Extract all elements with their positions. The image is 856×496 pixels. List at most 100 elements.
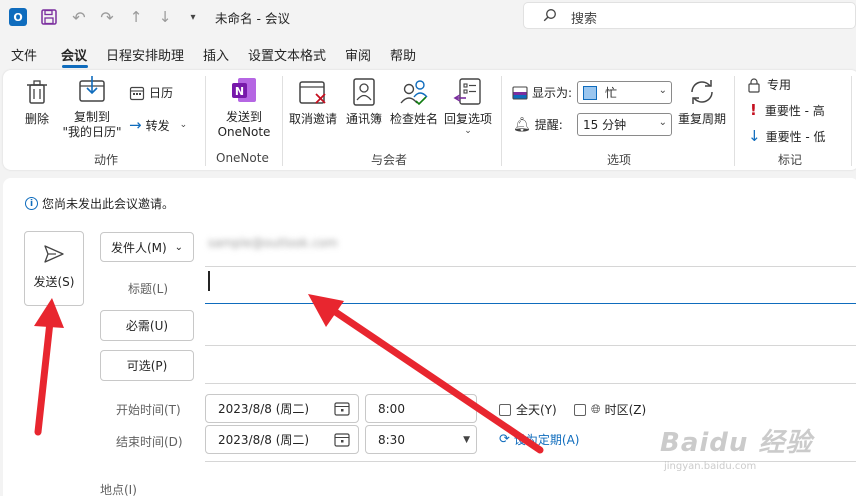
- tab-meeting[interactable]: 会议: [61, 45, 87, 64]
- send-button[interactable]: 发送(S): [24, 231, 84, 306]
- group-label-tags: 标记: [778, 153, 803, 167]
- from-email: sample@outlook.com: [208, 236, 338, 250]
- reminder-value: 15 分钟: [583, 118, 627, 132]
- check-names-button[interactable]: 检查姓名: [388, 76, 440, 127]
- info-icon: i: [25, 197, 38, 210]
- show-as-label: 显示为:: [532, 86, 573, 100]
- group-label-onenote: OneNote: [216, 151, 269, 165]
- tab-help[interactable]: 帮助: [390, 45, 416, 64]
- show-as-value: 忙: [605, 86, 618, 100]
- watermark-url: jingyan.baidu.com: [664, 461, 757, 472]
- delete-button[interactable]: 删除: [20, 76, 54, 127]
- calendar-icon: [334, 433, 350, 447]
- end-time-label: 结束时间(D): [116, 435, 183, 449]
- forward-label: 转发: [145, 118, 170, 133]
- time-zone-toggle[interactable]: 🌐︎ 时区(Z): [574, 401, 646, 418]
- check-names-label: 检查姓名: [389, 112, 438, 126]
- make-recurring-link[interactable]: ⟳ 设为定期(A): [499, 431, 579, 448]
- copy-to-label-line2: "我的日历": [62, 125, 122, 139]
- group-label-actions: 动作: [94, 153, 119, 167]
- save-icon[interactable]: [40, 8, 58, 26]
- private-button[interactable]: 专用: [747, 76, 791, 93]
- subject-focus-underline: [205, 303, 856, 304]
- high-importance-button[interactable]: ! 重要性 - 高: [750, 101, 825, 119]
- all-day-label: 全天(Y): [516, 403, 557, 417]
- send-onenote-label-line2: OneNote: [217, 125, 271, 139]
- cancel-invitation-button[interactable]: 取消邀请: [287, 76, 339, 127]
- tab-scheduling-assistant[interactable]: 日程安排助理: [106, 45, 184, 64]
- private-label: 专用: [767, 78, 792, 92]
- dropdown-arrow-icon: ▼: [463, 435, 470, 445]
- recurrence-button[interactable]: 重复周期: [676, 76, 728, 127]
- reminder-dropdown[interactable]: 15 分钟 ⌄: [577, 113, 672, 136]
- forward-button[interactable]: → 转发 ⌄: [129, 116, 187, 134]
- all-day-checkbox[interactable]: 全天(Y): [499, 401, 557, 418]
- response-options-button[interactable]: 回复选项 ⌄: [442, 76, 494, 136]
- end-date-picker[interactable]: 2023/8/8 (周二): [205, 425, 359, 454]
- optional-label: 可选(P): [126, 359, 168, 373]
- send-to-onenote-button[interactable]: N 发送到 OneNote: [212, 74, 276, 140]
- chevron-down-icon: ⌄: [658, 117, 667, 128]
- from-label: 发件人(M): [110, 240, 167, 255]
- optional-attendees-button[interactable]: 可选(P): [100, 350, 194, 381]
- end-date-value: 2023/8/8 (周二): [218, 433, 310, 447]
- info-message: 您尚未发出此会议邀请。: [42, 197, 175, 211]
- show-as-icon: [512, 85, 528, 100]
- active-tab-indicator: [62, 65, 88, 68]
- tab-format-text[interactable]: 设置文本格式: [248, 45, 326, 64]
- lock-icon: [748, 77, 760, 93]
- start-date-value: 2023/8/8 (周二): [218, 402, 310, 416]
- baidu-watermark: Baidu 经验 jingyan.baidu.com: [660, 422, 812, 472]
- divider: [205, 345, 856, 346]
- group-label-attendees: 与会者: [371, 153, 408, 167]
- start-time-input[interactable]: 8:00: [365, 394, 477, 423]
- info-bar: i 您尚未发出此会议邀请。: [25, 195, 174, 212]
- redo-icon[interactable]: ↷: [98, 7, 116, 27]
- tab-file[interactable]: 文件: [11, 45, 37, 64]
- required-attendees-button[interactable]: 必需(U): [100, 310, 194, 341]
- previous-item-icon[interactable]: ↑: [127, 7, 145, 27]
- end-time-dropdown[interactable]: 8:30 ▼: [365, 425, 477, 454]
- copy-to-my-calendar-button[interactable]: 复制到 "我的日历": [60, 74, 124, 140]
- title-bar: O ↶ ↷ ↑ ↓ ▾ 未命名 - 会议 搜索: [0, 0, 856, 34]
- end-time-value: 8:30: [378, 432, 405, 447]
- from-button[interactable]: 发件人(M) ⌄: [100, 232, 194, 262]
- divider: [205, 383, 856, 384]
- watermark-brand: Baidu 经验: [660, 428, 813, 458]
- calendar-icon: [334, 402, 350, 416]
- address-book-label: 通讯簿: [345, 112, 382, 126]
- required-attendees-input[interactable]: [205, 310, 856, 344]
- exclamation-icon: !: [750, 101, 757, 119]
- search-placeholder: 搜索: [571, 12, 598, 27]
- busy-color-swatch: [583, 85, 597, 100]
- tab-insert[interactable]: 插入: [203, 45, 229, 64]
- undo-icon[interactable]: ↶: [70, 7, 88, 27]
- ribbon: 删除 复制到 "我的日历" 日历 → 转发 ⌄ 动作 N 发送到 OneNote…: [3, 70, 856, 170]
- onenote-icon: N: [232, 78, 256, 102]
- tab-review[interactable]: 审阅: [345, 45, 371, 64]
- forward-arrow-icon: →: [129, 116, 142, 134]
- calendar-label: 日历: [149, 86, 174, 100]
- reminder-label-group: 🔔︎ 提醒:: [513, 116, 563, 133]
- calendar-copy-icon: [79, 76, 105, 102]
- next-item-icon[interactable]: ↓: [156, 7, 174, 27]
- subject-input[interactable]: [205, 267, 856, 303]
- show-as-label-group: 显示为:: [512, 84, 572, 101]
- required-label: 必需(U): [125, 319, 169, 333]
- bell-icon: 🔔︎: [513, 116, 531, 133]
- customize-quick-access-icon[interactable]: ▾: [186, 7, 200, 27]
- recurrence-label: 重复周期: [677, 112, 726, 126]
- calendar-button[interactable]: 日历: [129, 84, 173, 101]
- globe-icon: 🌐︎: [591, 402, 601, 416]
- group-separator: [282, 76, 283, 166]
- address-book-button[interactable]: 通讯簿: [342, 76, 386, 127]
- check-names-icon: [400, 80, 428, 106]
- optional-attendees-input[interactable]: [205, 350, 856, 382]
- show-as-dropdown[interactable]: 忙 ⌄: [577, 81, 672, 104]
- start-date-picker[interactable]: 2023/8/8 (周二): [205, 394, 359, 423]
- trash-icon: [27, 80, 47, 104]
- search-box[interactable]: 搜索: [523, 2, 856, 29]
- group-separator: [734, 76, 735, 166]
- cancel-invite-icon: [299, 81, 326, 104]
- low-importance-button[interactable]: ↓ 重要性 - 低: [748, 127, 826, 145]
